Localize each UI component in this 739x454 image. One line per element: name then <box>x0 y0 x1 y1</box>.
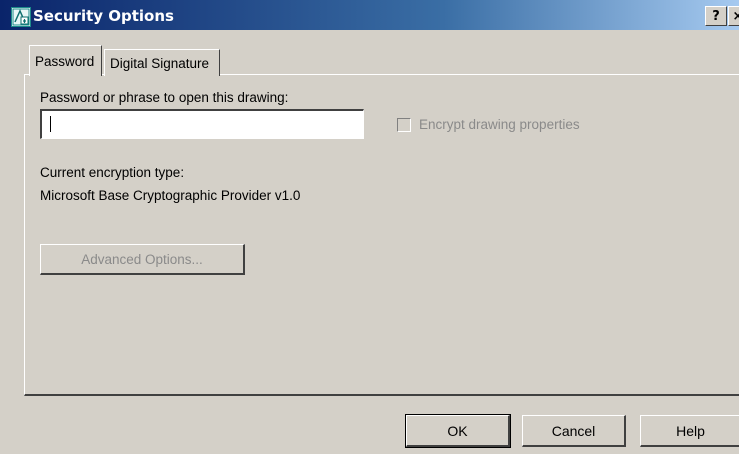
password-label: Password or phrase to open this drawing: <box>40 90 289 105</box>
close-icon: × <box>732 8 739 24</box>
tab-password[interactable]: Password <box>29 45 102 76</box>
autocad-app-icon[interactable] <box>11 7 31 27</box>
question-mark-icon: ? <box>712 8 720 24</box>
encrypt-properties-label: Encrypt drawing properties <box>419 117 580 132</box>
close-button[interactable]: × <box>728 6 739 26</box>
ok-button[interactable]: OK <box>405 414 511 448</box>
advanced-options-button[interactable]: Advanced Options... <box>40 244 245 275</box>
help-button[interactable]: Help <box>640 415 739 447</box>
encryption-type-label: Current encryption type: <box>40 165 185 180</box>
encryption-type-value: Microsoft Base Cryptographic Provider v1… <box>40 188 301 203</box>
tab-digital-signature[interactable]: Digital Signature <box>104 49 220 76</box>
text-caret <box>50 116 51 132</box>
password-input[interactable] <box>40 109 364 139</box>
title-bar[interactable]: Security Options ? × <box>0 0 739 30</box>
cancel-button[interactable]: Cancel <box>522 415 626 447</box>
encrypt-properties-checkbox[interactable] <box>397 118 411 132</box>
window-title: Security Options <box>33 7 174 25</box>
help-title-button[interactable]: ? <box>705 6 727 26</box>
